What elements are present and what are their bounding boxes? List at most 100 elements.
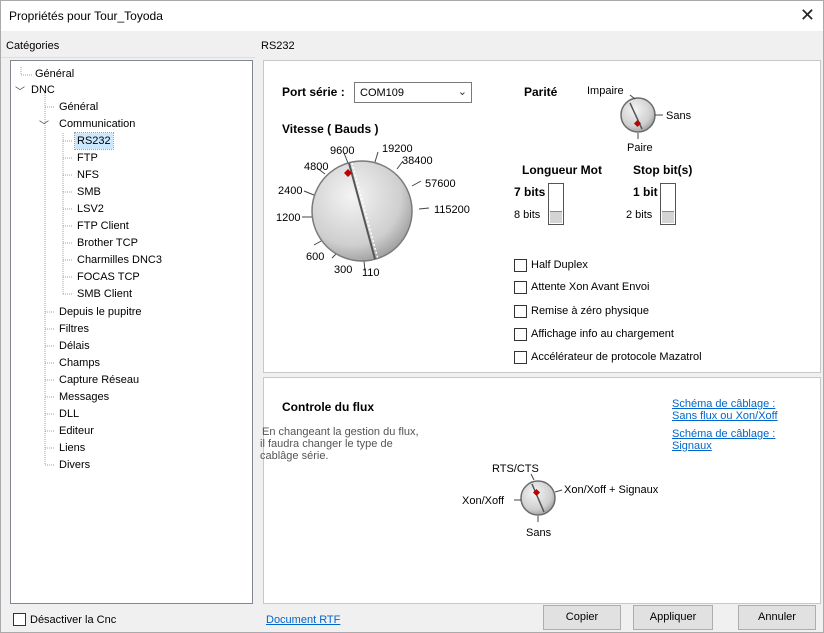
wiring-link-signaux-line1[interactable]: Schéma de câblage : [672, 428, 775, 440]
checkbox[interactable] [514, 258, 527, 272]
speed-label-9600: 9600 [330, 145, 354, 157]
checkbox-label: Accélérateur de protocole Mazatrol [531, 351, 702, 363]
tree-item-depuis-le-pupitre[interactable]: Depuis le pupitre [57, 304, 144, 320]
checkbox-attente-xon[interactable]: Attente Xon Avant Envoi [514, 279, 649, 295]
checkbox-remise-zero[interactable]: Remise à zéro physique [514, 303, 649, 319]
tree-item-label: Editeur [59, 425, 94, 437]
chevron-down-icon: ⌄ [457, 86, 467, 98]
tree-item-champs[interactable]: Champs [57, 355, 102, 371]
parity-paire: Paire [627, 142, 653, 154]
checkbox[interactable] [514, 280, 527, 294]
tree-item-ftp[interactable]: FTP [75, 150, 100, 166]
categories-header: Catégories [1, 32, 255, 58]
parity-impaire: Impaire [587, 85, 624, 97]
tree-item-communication[interactable]: Communication [57, 116, 137, 132]
tree-item-label: Messages [59, 391, 110, 403]
document-rtf-link[interactable]: Document RTF [266, 614, 340, 626]
tree-item-rs232[interactable]: RS232 [74, 132, 114, 150]
flow-option-xonxoff-signaux: Xon/Xoff + Signaux [564, 484, 659, 496]
tree-item-smb-client[interactable]: SMB Client [75, 286, 134, 302]
tree-item-label: FOCAS TCP [77, 271, 140, 283]
checkbox[interactable] [514, 350, 527, 364]
wiring-link-xonxoff-line2[interactable]: Sans flux ou Xon/Xoff [672, 410, 778, 422]
tree-item-smb[interactable]: SMB [75, 184, 103, 200]
tree-item-charmilles-dnc3[interactable]: Charmilles DNC3 [75, 252, 164, 268]
flux-title: Controle du flux [282, 400, 374, 414]
parity-dial[interactable]: Impaire Sans Paire [578, 77, 718, 157]
tree-item-label: RS232 [74, 132, 114, 150]
flux-desc-2: il faudra changer le type de [260, 438, 393, 450]
speed-label-19200: 19200 [382, 143, 413, 155]
tree-item-label: DLL [59, 408, 80, 420]
wiring-link-signaux-line2[interactable]: Signaux [672, 440, 712, 452]
longueur-label: Longueur Mot [522, 163, 602, 177]
tree-item-liens[interactable]: Liens [57, 440, 87, 456]
tree-item-divers[interactable]: Divers [57, 457, 92, 473]
flow-control-panel: Controle du flux En changeant la gestion… [260, 377, 821, 604]
tree-item-general[interactable]: Général [33, 66, 76, 82]
tree-item-nfs[interactable]: NFS [75, 167, 101, 183]
speed-label-110: 110 [362, 267, 380, 277]
port-select[interactable]: COM109 ⌄ [354, 82, 472, 103]
tree-item-label: Filtres [59, 323, 89, 335]
checkbox[interactable] [514, 327, 527, 341]
properties-window: Propriétés pour Tour_Toyoda ✕ Catégories… [0, 0, 824, 633]
checkbox-label: Attente Xon Avant Envoi [531, 281, 650, 293]
chevron-down-icon[interactable]: ﹀ [39, 117, 49, 132]
checkbox-affichage-info[interactable]: Affichage info au chargement [514, 326, 674, 342]
tree-item-capture-reseau[interactable]: Capture Réseau [57, 372, 141, 388]
speed-label-300: 300 [334, 264, 352, 276]
checkbox[interactable] [13, 613, 26, 626]
tree-item-label: Général [35, 68, 75, 80]
tree-item-dnc-general[interactable]: Général [57, 99, 100, 115]
category-tree[interactable]: Général ﹀ DNC Général ﹀ Communication RS… [10, 60, 253, 604]
flow-control-dial[interactable]: RTS/CTS Xon/Xoff + Signaux Xon/Xoff Sans [454, 462, 684, 542]
chevron-down-icon[interactable]: ﹀ [15, 83, 25, 98]
baud-rate-dial[interactable]: 300 110 600 1200 2400 4800 9600 19200 38… [274, 137, 494, 277]
cancel-button[interactable]: Annuler [738, 605, 816, 630]
speed-label-4800: 4800 [304, 161, 328, 173]
tree-item-label: FTP Client [77, 220, 129, 232]
tree-item-focas-tcp[interactable]: FOCAS TCP [75, 269, 142, 285]
tree-item-lsv2[interactable]: LSV2 [75, 201, 106, 217]
speed-label-57600: 57600 [425, 178, 456, 190]
tree-item-messages[interactable]: Messages [57, 389, 111, 405]
copy-button[interactable]: Copier [543, 605, 621, 630]
tree-item-dnc[interactable]: DNC [29, 82, 57, 98]
stopbits-label: Stop bit(s) [633, 163, 693, 177]
checkbox-mazatrol[interactable]: Accélérateur de protocole Mazatrol [514, 349, 702, 365]
disable-cnc-checkbox[interactable]: Désactiver la Cnc [13, 613, 116, 626]
tree-lines [20, 67, 73, 466]
window-title: Propriétés pour Tour_Toyoda [9, 9, 163, 23]
tree-item-label: Communication [59, 118, 136, 130]
flow-option-rts-cts: RTS/CTS [492, 463, 539, 475]
tree-item-delais[interactable]: Délais [57, 338, 92, 354]
tree-item-label: DNC [31, 84, 55, 96]
word-length-toggle[interactable] [548, 183, 564, 225]
toggle-thumb [662, 211, 674, 223]
disable-cnc-label: Désactiver la Cnc [30, 613, 117, 626]
flow-option-xonxoff: Xon/Xoff [462, 495, 505, 507]
speed-label-1200: 1200 [276, 212, 300, 224]
toggle-thumb [550, 211, 562, 223]
tree-item-label: Champs [59, 357, 100, 369]
stopbits-bottom: 2 bits [626, 209, 653, 221]
speed-label-115200: 115200 [434, 204, 470, 216]
stop-bits-toggle[interactable] [660, 183, 676, 225]
tree-item-ftp-client[interactable]: FTP Client [75, 218, 131, 234]
close-icon[interactable]: ✕ [800, 5, 815, 26]
tree-item-label: LSV2 [77, 203, 104, 215]
port-label: Port série : [282, 85, 345, 99]
parity-sans: Sans [666, 110, 692, 122]
tree-item-label: Général [59, 101, 99, 113]
tree-item-filtres[interactable]: Filtres [57, 321, 91, 337]
checkbox[interactable] [514, 304, 527, 318]
tree-item-label: Divers [59, 459, 91, 471]
checkbox-label: Remise à zéro physique [531, 305, 650, 317]
checkbox-half-duplex[interactable]: Half Duplex [514, 257, 588, 273]
tree-item-brother-tcp[interactable]: Brother TCP [75, 235, 140, 251]
tree-item-editeur[interactable]: Editeur [57, 423, 96, 439]
tree-item-dll[interactable]: DLL [57, 406, 81, 422]
apply-button[interactable]: Appliquer [633, 605, 713, 630]
wiring-link-xonxoff-line1[interactable]: Schéma de câblage : [672, 398, 775, 410]
